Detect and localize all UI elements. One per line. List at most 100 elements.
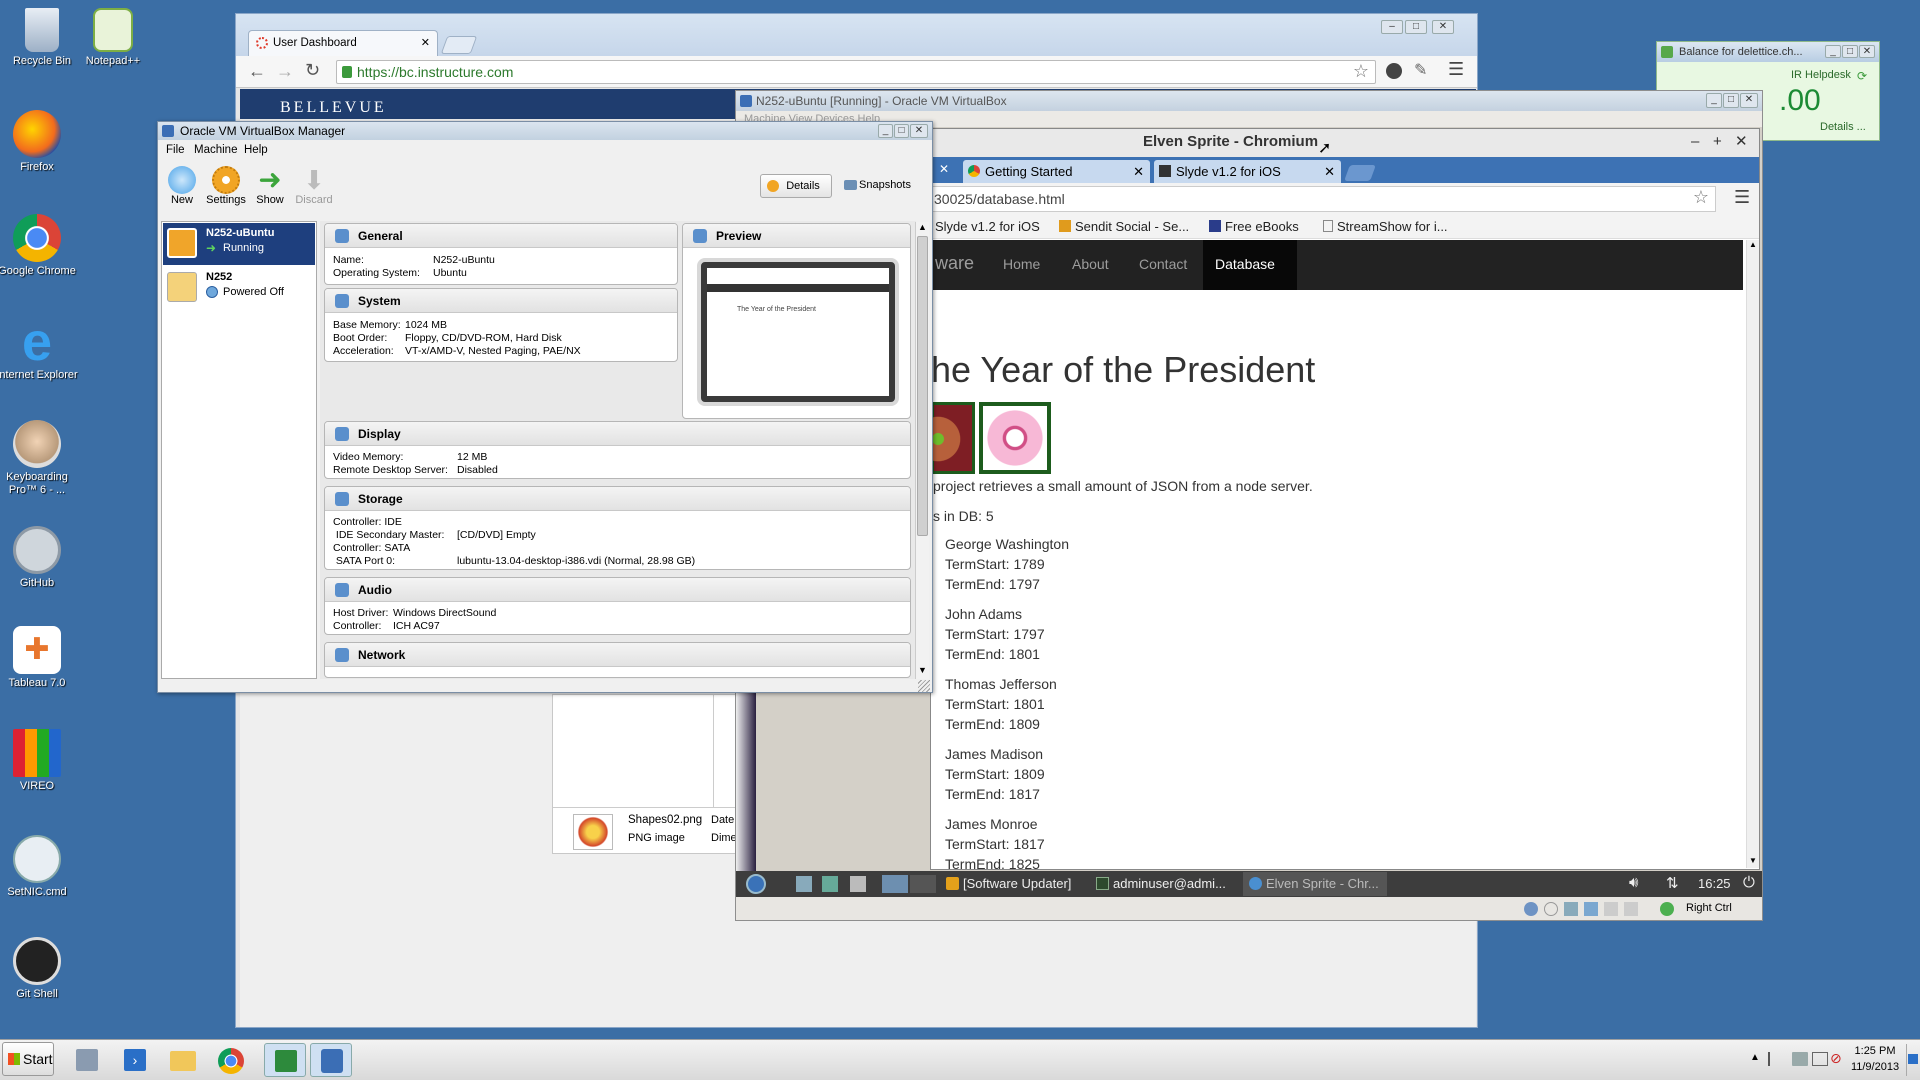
file-item[interactable]: Shapes02.png PNG image Date Dime	[553, 807, 738, 855]
address-bar[interactable]: https://bc.instructure.com ☆	[336, 60, 1376, 84]
scroll-down-icon[interactable]: ▼	[1749, 856, 1757, 865]
new-button[interactable]: New	[164, 166, 200, 206]
minimize-button[interactable]: –	[1691, 129, 1699, 155]
maximize-button[interactable]: □	[1723, 93, 1739, 108]
taskbar-chrome[interactable]	[210, 1043, 252, 1077]
discard-button[interactable]: ⬇ Discard	[292, 166, 336, 206]
bookmark-free-ebooks[interactable]: Free eBooks	[1209, 219, 1299, 234]
tab-close-icon[interactable]: ✕	[1324, 160, 1335, 183]
bookmark-streamshow[interactable]: StreamShow for i...	[1323, 219, 1448, 234]
flag-icon[interactable]	[1768, 1052, 1782, 1066]
resize-grip[interactable]	[918, 680, 930, 692]
close-button[interactable]: ✕	[1740, 93, 1758, 108]
menu-help[interactable]: Help	[244, 140, 268, 160]
desktop-icon-tableau[interactable]: ✚ Tableau 7.0	[0, 626, 79, 690]
section-header[interactable]: Preview	[683, 224, 910, 248]
show-hidden-icons[interactable]: ▲	[1750, 1052, 1760, 1063]
refresh-icon[interactable]: ⟳	[1857, 69, 1867, 83]
close-button[interactable]: ✕	[1859, 45, 1875, 58]
extension-icon[interactable]	[1386, 63, 1402, 79]
section-header[interactable]: Network	[325, 643, 910, 667]
scroll-up-icon[interactable]: ▲	[1749, 240, 1757, 249]
taskbar-virtualbox[interactable]	[310, 1043, 352, 1077]
new-tab-button[interactable]	[1344, 165, 1376, 181]
network-tray-icon[interactable]	[1792, 1052, 1808, 1066]
bookmark-slyde[interactable]: Slyde v1.2 for iOS	[935, 219, 1040, 234]
guest-tray-icon[interactable]	[822, 876, 838, 892]
bookmark-star-icon[interactable]: ☆	[1353, 61, 1369, 82]
helpdesk-link[interactable]: IR Helpdesk	[1791, 69, 1851, 81]
tools-icon[interactable]: ✎	[1414, 60, 1427, 80]
tab-slyde[interactable]: Slyde v1.2 for iOS ✕	[1154, 160, 1341, 183]
scroll-thumb[interactable]	[917, 236, 928, 536]
nav-contact[interactable]: Contact	[1139, 256, 1187, 272]
desktop-icon-github[interactable]: GitHub	[0, 526, 79, 590]
desktop-icon-git-shell[interactable]: Git Shell	[0, 937, 79, 1001]
close-button[interactable]: ✕	[910, 124, 928, 138]
vm-item-n252-ubuntu[interactable]: N252-uBuntu ➜ Running	[163, 223, 315, 265]
details-button[interactable]: Details	[760, 174, 832, 198]
minimize-button[interactable]: _	[1706, 93, 1722, 108]
minimize-button[interactable]: _	[878, 124, 893, 138]
chromium-address-bar[interactable]: 30025/database.html ☆	[931, 186, 1716, 212]
desktop-icon-chrome[interactable]: Google Chrome	[0, 214, 79, 278]
menu-file[interactable]: File	[166, 140, 185, 160]
nav-about[interactable]: About	[1072, 256, 1109, 272]
taskbar-server-manager[interactable]	[66, 1043, 108, 1077]
show-button[interactable]: ➜ Show	[252, 166, 288, 207]
maximize-button[interactable]: □	[894, 124, 909, 138]
details-link[interactable]: Details ...	[1820, 121, 1866, 133]
section-header[interactable]: Display	[325, 422, 910, 446]
tab-close-icon[interactable]: ✕	[1133, 160, 1144, 183]
vm-item-n252[interactable]: N252 Powered Off	[163, 267, 315, 309]
taskbar-balance-app[interactable]	[264, 1043, 306, 1077]
details-scrollbar[interactable]: ▲ ▼	[915, 222, 929, 679]
menu-machine[interactable]: Machine	[194, 140, 237, 160]
menu-icon[interactable]: ☰	[1734, 187, 1750, 208]
tab-getting-started[interactable]: Getting Started ✕	[963, 160, 1150, 183]
page-scrollbar[interactable]: ▲ ▼	[1746, 240, 1759, 868]
bookmark-sendit[interactable]: Sendit Social - Se...	[1059, 219, 1189, 234]
new-tab-button[interactable]	[440, 36, 478, 54]
nav-home[interactable]: Home	[1003, 256, 1040, 272]
tab-close-icon[interactable]: ✕	[421, 31, 430, 55]
menu-icon[interactable]: ☰	[1448, 59, 1464, 80]
start-button[interactable]: Start	[2, 1042, 54, 1076]
volume-muted-icon[interactable]: ⊘	[1830, 1050, 1842, 1067]
section-header[interactable]: System	[325, 289, 677, 313]
back-icon[interactable]: ←	[248, 61, 266, 82]
desktop-icon-vireo[interactable]: VIREO	[0, 729, 79, 793]
guest-task-chromium[interactable]: Elven Sprite - Chr...	[1243, 872, 1387, 896]
maximize-button[interactable]: □	[1405, 20, 1427, 34]
minimize-button[interactable]: –	[1381, 20, 1403, 34]
network-icon[interactable]: ⇅	[1666, 874, 1679, 892]
desktop-icon-internet-explorer[interactable]: e Internet Explorer	[0, 315, 79, 382]
tab-close-icon[interactable]: ✕	[939, 162, 949, 176]
guest-task-terminal[interactable]: adminuser@admi...	[1096, 876, 1226, 891]
show-desktop-button[interactable]	[1906, 1044, 1918, 1076]
desktop-icon-notepad[interactable]: Notepad++	[71, 8, 155, 68]
maximize-button[interactable]: +	[1713, 129, 1722, 155]
taskbar-explorer[interactable]	[162, 1043, 204, 1077]
guest-task-updater[interactable]: [Software Updater]	[946, 876, 1071, 891]
section-header[interactable]: Storage	[325, 487, 910, 511]
reload-icon[interactable]: ↻	[305, 60, 320, 81]
power-icon[interactable]: ⏻	[1743, 874, 1755, 891]
scroll-down-icon[interactable]: ▼	[918, 665, 927, 675]
close-button[interactable]: ✕	[1735, 129, 1748, 155]
desktop-icon-keyboarding[interactable]: Keyboarding Pro™ 6 - ...	[0, 420, 79, 497]
settings-button[interactable]: Settings	[204, 166, 248, 206]
nav-database[interactable]: Database	[1203, 240, 1297, 290]
volume-icon[interactable]: 🔊︎	[1629, 874, 1638, 891]
site-brand[interactable]: ware	[935, 253, 974, 274]
minimize-button[interactable]: _	[1825, 45, 1841, 58]
desktop-icon-setnic[interactable]: SetNIC.cmd	[0, 835, 79, 899]
section-header[interactable]: General	[325, 224, 677, 248]
display-tray-icon[interactable]	[1812, 1052, 1828, 1066]
desktop-icon-firefox[interactable]: Firefox	[0, 110, 79, 174]
close-button[interactable]: ✕	[1432, 20, 1454, 34]
guest-workspace[interactable]	[882, 875, 908, 893]
forward-icon[interactable]: →	[276, 61, 294, 82]
snapshots-button[interactable]: Snapshots	[838, 174, 918, 198]
tab-user-dashboard[interactable]: User Dashboard ✕	[248, 30, 438, 56]
